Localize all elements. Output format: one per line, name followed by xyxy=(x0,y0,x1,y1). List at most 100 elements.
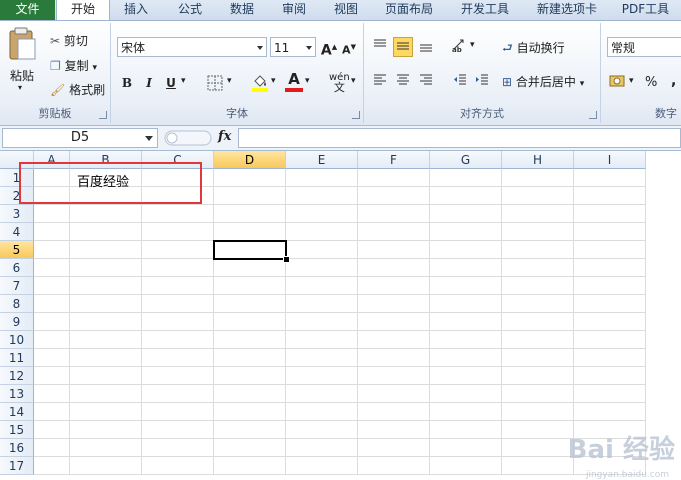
fill-color-button[interactable] xyxy=(251,73,269,96)
row-header-12[interactable]: 12 xyxy=(0,367,34,385)
cell-d9[interactable] xyxy=(214,313,286,331)
cell-f4[interactable] xyxy=(358,223,430,241)
cell-b17[interactable] xyxy=(70,457,142,475)
cell-g7[interactable] xyxy=(430,277,502,295)
cell-e16[interactable] xyxy=(286,439,358,457)
row-header-16[interactable]: 16 xyxy=(0,439,34,457)
cell-d7[interactable] xyxy=(214,277,286,295)
cell-h10[interactable] xyxy=(502,331,574,349)
cell-d3[interactable] xyxy=(214,205,286,223)
cell-a9[interactable] xyxy=(34,313,70,331)
chevron-down-icon[interactable]: ▾ xyxy=(351,76,356,86)
cell-d1[interactable] xyxy=(214,169,286,187)
cell-g6[interactable] xyxy=(430,259,502,277)
wrap-text-button[interactable]: ⮐ 自动换行 xyxy=(502,39,565,60)
cell-f3[interactable] xyxy=(358,205,430,223)
fill-handle[interactable] xyxy=(283,256,290,263)
cell-h7[interactable] xyxy=(502,277,574,295)
cell-e15[interactable] xyxy=(286,421,358,439)
cell-h12[interactable] xyxy=(502,367,574,385)
number-format-select[interactable]: 常规 xyxy=(607,37,681,57)
row-header-15[interactable]: 15 xyxy=(0,421,34,439)
cell-d4[interactable] xyxy=(214,223,286,241)
chevron-down-icon[interactable]: ▾ xyxy=(181,76,186,86)
cell-a13[interactable] xyxy=(34,385,70,403)
align-middle-button[interactable] xyxy=(393,37,413,57)
orientation-button[interactable]: ab xyxy=(450,37,470,57)
cell-h2[interactable] xyxy=(502,187,574,205)
cell-g13[interactable] xyxy=(430,385,502,403)
cell-f7[interactable] xyxy=(358,277,430,295)
chevron-down-icon[interactable] xyxy=(145,136,153,141)
cell-b3[interactable] xyxy=(70,205,142,223)
cell-h13[interactable] xyxy=(502,385,574,403)
chevron-down-icon[interactable]: ▾ xyxy=(629,76,634,86)
cell-b12[interactable] xyxy=(70,367,142,385)
tab-7[interactable]: 页面布局 xyxy=(372,0,446,20)
cell-i12[interactable] xyxy=(574,367,646,385)
cell-h15[interactable] xyxy=(502,421,574,439)
cell-c3[interactable] xyxy=(142,205,214,223)
row-header-8[interactable]: 8 xyxy=(0,295,34,313)
align-bottom-button[interactable] xyxy=(416,37,436,57)
paste-button[interactable]: 粘贴 ▾ xyxy=(6,27,38,92)
name-box[interactable]: D5 xyxy=(2,128,158,148)
cell-e7[interactable] xyxy=(286,277,358,295)
cell-c17[interactable] xyxy=(142,457,214,475)
cell-a12[interactable] xyxy=(34,367,70,385)
cell-e3[interactable] xyxy=(286,205,358,223)
cell-b8[interactable] xyxy=(70,295,142,313)
cell-g14[interactable] xyxy=(430,403,502,421)
cell-i6[interactable] xyxy=(574,259,646,277)
column-header-e[interactable]: E xyxy=(286,151,358,169)
phonetic-button[interactable]: wén 文 xyxy=(329,73,350,94)
cell-f2[interactable] xyxy=(358,187,430,205)
cell-d16[interactable] xyxy=(214,439,286,457)
cut-button[interactable]: ✂ 剪切 xyxy=(50,32,88,49)
font-size-select[interactable]: 11 xyxy=(270,37,316,57)
cell-h3[interactable] xyxy=(502,205,574,223)
copy-button[interactable]: ❐ 复制 ▾ xyxy=(50,57,97,74)
cell-f11[interactable] xyxy=(358,349,430,367)
cell-c7[interactable] xyxy=(142,277,214,295)
cell-e6[interactable] xyxy=(286,259,358,277)
increase-indent-button[interactable] xyxy=(472,72,492,92)
cell-g12[interactable] xyxy=(430,367,502,385)
cell-d17[interactable] xyxy=(214,457,286,475)
column-header-d[interactable]: D xyxy=(214,151,286,169)
cell-d11[interactable] xyxy=(214,349,286,367)
cell-a14[interactable] xyxy=(34,403,70,421)
cell-h17[interactable] xyxy=(502,457,574,475)
cell-g1[interactable] xyxy=(430,169,502,187)
cell-c6[interactable] xyxy=(142,259,214,277)
cell-c8[interactable] xyxy=(142,295,214,313)
cell-c13[interactable] xyxy=(142,385,214,403)
row-header-11[interactable]: 11 xyxy=(0,349,34,367)
cell-i7[interactable] xyxy=(574,277,646,295)
cell-b14[interactable] xyxy=(70,403,142,421)
cell-c5[interactable] xyxy=(142,241,214,259)
cell-e11[interactable] xyxy=(286,349,358,367)
cell-f17[interactable] xyxy=(358,457,430,475)
cell-g17[interactable] xyxy=(430,457,502,475)
cell-h6[interactable] xyxy=(502,259,574,277)
tab-1[interactable]: 开始 xyxy=(56,0,110,20)
cell-c11[interactable] xyxy=(142,349,214,367)
cell-d13[interactable] xyxy=(214,385,286,403)
cell-g16[interactable] xyxy=(430,439,502,457)
font-launcher-icon[interactable] xyxy=(352,111,360,119)
cell-e13[interactable] xyxy=(286,385,358,403)
cell-d6[interactable] xyxy=(214,259,286,277)
row-header-13[interactable]: 13 xyxy=(0,385,34,403)
cell-i13[interactable] xyxy=(574,385,646,403)
cell-f14[interactable] xyxy=(358,403,430,421)
cell-e8[interactable] xyxy=(286,295,358,313)
insert-function-button[interactable]: fx xyxy=(218,129,231,144)
cell-b9[interactable] xyxy=(70,313,142,331)
cell-c4[interactable] xyxy=(142,223,214,241)
cell-b13[interactable] xyxy=(70,385,142,403)
row-header-4[interactable]: 4 xyxy=(0,223,34,241)
cell-c14[interactable] xyxy=(142,403,214,421)
align-center-button[interactable] xyxy=(393,72,413,92)
cell-d12[interactable] xyxy=(214,367,286,385)
